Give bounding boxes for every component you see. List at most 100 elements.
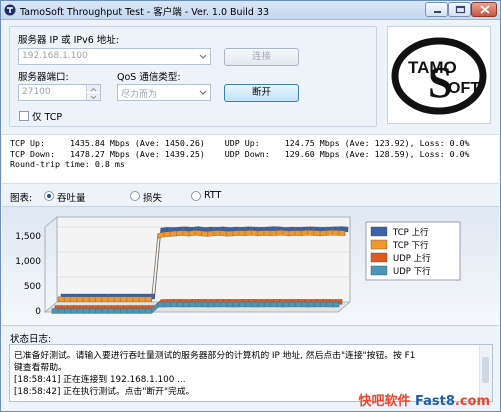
chart-point-1 [69, 296, 71, 302]
disconnect-button[interactable]: 断开 [224, 84, 299, 102]
chart-point-1 [244, 230, 246, 236]
legend-swatch [370, 226, 388, 237]
chart-point-3 [326, 302, 328, 308]
chart-point-3 [301, 302, 303, 308]
minimize-button[interactable] [425, 2, 448, 17]
connect-button[interactable]: 连接 [224, 48, 299, 66]
chart-point-3 [132, 308, 134, 314]
chart-point-3 [294, 302, 296, 307]
radio-throughput-label[interactable]: 吞吐量 [57, 190, 86, 204]
chart-point-1 [126, 296, 128, 302]
stats-line-tcp-down: TCP Down: 1478.27 Mbps (Ave: 1439.25) UD… [10, 148, 470, 159]
chart-point-1 [176, 231, 178, 236]
tcp-only-label: 仅 TCP [32, 112, 63, 123]
tcp-only-checkbox[interactable] [19, 111, 29, 121]
title-bar[interactable]: TamoSoft Throughput Test - 客户端 - Ver. 1.… [1, 1, 500, 20]
server-port-field[interactable]: 27100 [18, 84, 101, 101]
spin-up-button[interactable] [86, 85, 100, 92]
spin-down-button[interactable] [86, 93, 100, 100]
chart-point-3 [76, 308, 78, 314]
stats-line-tcp: TCP Up: 1435.84 Mbps (Ave: 1450.26) UDP … [10, 138, 470, 148]
radio-rtt-label[interactable]: RTT [204, 190, 221, 201]
chart-point-1 [169, 231, 171, 237]
chart-point-3 [307, 302, 309, 308]
chart-point-1 [313, 230, 315, 236]
radio-loss[interactable] [130, 191, 140, 201]
chart-point-3 [157, 302, 159, 308]
chart-point-3 [120, 308, 122, 314]
legend-label: TCP 上行 [392, 227, 429, 238]
qos-select[interactable]: 尽力而为 [117, 84, 211, 101]
chart-point-1 [219, 230, 221, 236]
radio-throughput[interactable] [44, 191, 54, 201]
chart-point-3 [288, 302, 290, 308]
log-scrollbar-thumb[interactable] [482, 357, 489, 383]
chart-point-3 [244, 302, 246, 307]
status-log-label: 状态日志: [10, 334, 52, 345]
chart-point-3 [238, 302, 240, 308]
logo-text-bottom: OFT [448, 80, 480, 97]
chart-point-3 [319, 302, 321, 307]
server-ip-combo[interactable]: 192.168.1.100 [18, 48, 211, 65]
chart-point-0 [154, 294, 156, 299]
chart-point-3 [251, 302, 253, 308]
chart-point-3 [126, 308, 128, 314]
tamosoft-logo-graphic: TAMO S OFT [391, 37, 487, 115]
chart-point-3 [257, 302, 259, 308]
window-title: TamoSoft Throughput Test - 客户端 - Ver. 1.… [20, 7, 269, 18]
chart-point-1 [238, 230, 240, 236]
radio-rtt[interactable] [191, 191, 201, 201]
chart-point-1 [107, 296, 109, 302]
chart-point-0 [347, 227, 349, 232]
chart-point-3 [107, 308, 109, 314]
chart-point-1 [157, 233, 159, 239]
chart-point-1 [307, 230, 309, 236]
chart-point-3 [207, 302, 209, 308]
chart-point-1 [101, 296, 103, 302]
chart-point-1 [151, 296, 153, 302]
chart-point-1 [144, 296, 146, 302]
chart-point-3 [332, 302, 334, 308]
chart-point-1 [294, 230, 296, 236]
chart-point-3 [213, 302, 215, 308]
legend-label: TCP 下行 [392, 240, 429, 251]
chart-point-3 [188, 302, 190, 308]
chart-point-1 [288, 231, 290, 236]
chart-point-3 [113, 308, 115, 314]
qos-label: QoS 通信类型: [117, 72, 181, 83]
throughput-stats-panel: TCP Up: 1435.84 Mbps (Ave: 1450.26) UDP … [2, 134, 499, 184]
radio-loss-label[interactable]: 损失 [143, 190, 162, 204]
stats-line-rtt: Round-trip time: 0.8 ms [10, 159, 125, 169]
watermark-part1: 快吧软件 [358, 394, 411, 409]
chart-point-0 [160, 228, 162, 233]
arrow-down-icon [90, 95, 97, 100]
chart-point-1 [300, 230, 302, 236]
chart-point-3 [338, 302, 340, 308]
chart-point-1 [319, 231, 321, 236]
server-port-value: 27100 [22, 87, 51, 97]
chart-point-3 [163, 302, 165, 308]
log-line: 已准备好测试。请输入要进行吞吐量测试的服务器部分的计算机的 IP 地址, 然后点… [14, 351, 416, 361]
chart-point-3 [263, 302, 265, 308]
chart-point-1 [344, 230, 346, 236]
chart-point-1 [232, 231, 234, 236]
chart-point-3 [182, 302, 184, 308]
chart-point-1 [57, 296, 59, 302]
chevron-down-icon [199, 54, 207, 59]
chart-point-3 [151, 308, 153, 314]
chart-point-1 [132, 296, 134, 302]
close-button[interactable] [471, 2, 497, 17]
server-port-label: 服务器端口: [18, 72, 69, 83]
chart-point-1 [63, 296, 65, 302]
chart-point-1 [182, 230, 184, 236]
chart-point-1 [257, 231, 259, 236]
chart-point-1 [213, 230, 215, 236]
chart-point-3 [201, 302, 203, 308]
log-line: [18:58:42] 正在执行测试。点击"断开"完成。 [14, 387, 195, 397]
chart-point-3 [138, 308, 140, 314]
throughput-chart-svg: 1,500 1,000 500 0 TCP 上行 TCP 下行 UDP 上行 UDP 下行 [15, 216, 461, 317]
throughput-chart: 1,500 1,000 500 0 TCP 上行 TCP 下行 UDP 上行 UDP 下行 [2, 206, 499, 326]
connection-settings-panel: 服务器 IP 或 IPv6 地址: 192.168.1.100 连接 服务器端口… [9, 26, 377, 127]
maximize-button[interactable] [448, 2, 471, 17]
chart-point-3 [232, 302, 234, 308]
